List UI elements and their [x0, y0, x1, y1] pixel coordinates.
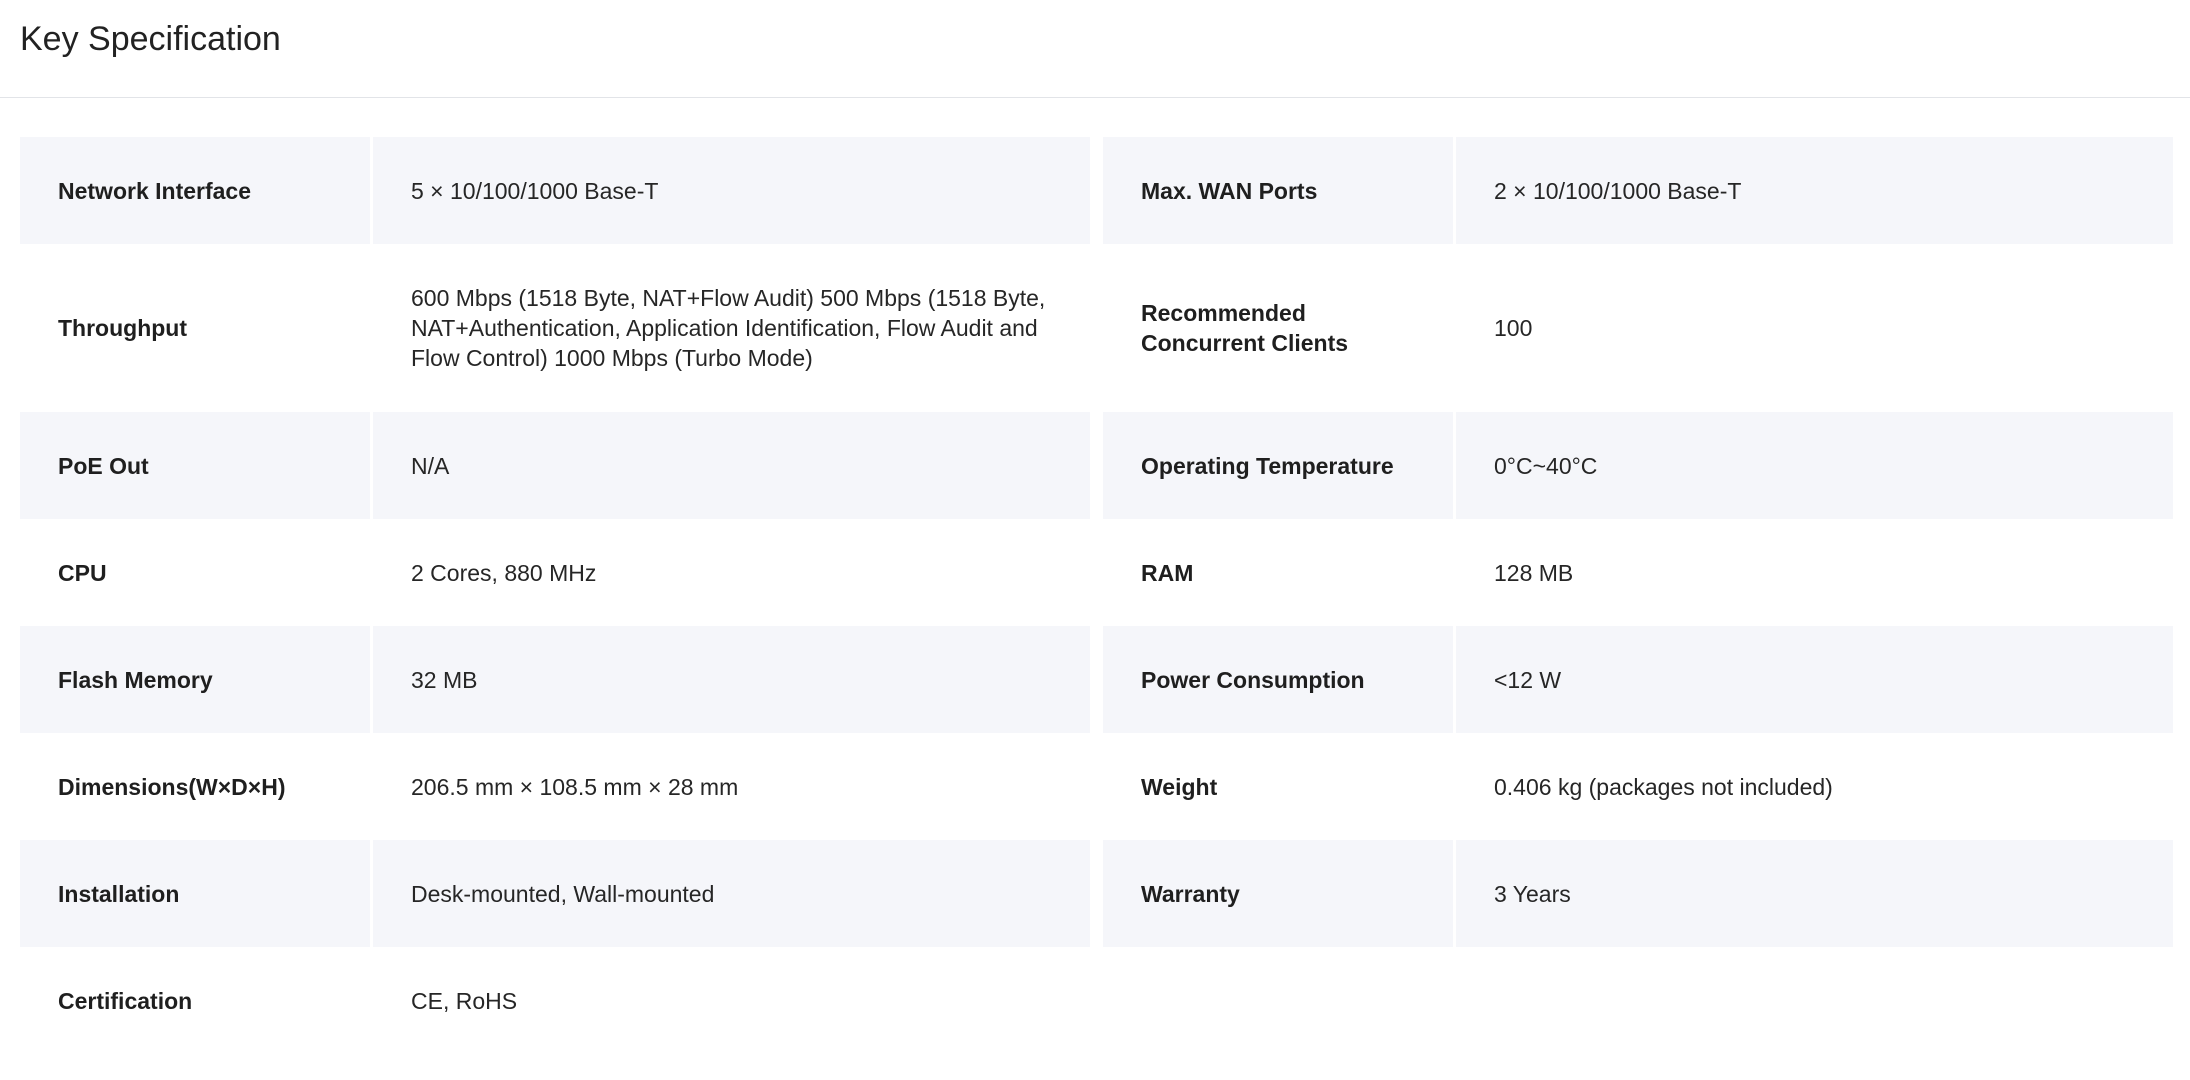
spec-value: 2 Cores, 880 MHz: [411, 559, 597, 586]
spec-item: Flash Memory 32 MB: [20, 626, 1090, 733]
spec-page: Key Specification Network Interface 5 × …: [0, 0, 2190, 1080]
spec-label: Warranty: [1103, 840, 1453, 947]
spec-item: RAM 128 MB: [1103, 519, 2173, 626]
spec-item: CPU 2 Cores, 880 MHz: [20, 519, 1090, 626]
spec-row: Installation Desk-mounted, Wall-mounted …: [20, 840, 2173, 947]
spec-item: Dimensions(W×D×H) 206.5 mm × 108.5 mm × …: [20, 733, 1090, 840]
spec-row: Throughput 600 Mbps (1518 Byte, NAT+Flow…: [20, 244, 2173, 412]
spec-label: Throughput: [58, 315, 188, 341]
spec-value: 5 × 10/100/1000 Base-T: [373, 137, 1090, 244]
spec-value: 0°C~40°C: [1456, 412, 2173, 519]
spec-item: Network Interface 5 × 10/100/1000 Base-T: [20, 137, 1090, 244]
page-title: Key Specification: [20, 20, 281, 58]
spec-value: 100: [1494, 315, 1533, 341]
spec-label: Installation: [20, 840, 370, 947]
spec-label: Weight: [1141, 773, 1218, 800]
spec-item-empty: [1103, 947, 2173, 1054]
spec-label: Dimensions(W×D×H): [58, 773, 286, 800]
spec-item: Max. WAN Ports 2 × 10/100/1000 Base-T: [1103, 137, 2173, 244]
spec-value: Desk-mounted, Wall-mounted: [373, 840, 1090, 947]
spec-value: 3 Years: [1456, 840, 2173, 947]
spec-row: CPU 2 Cores, 880 MHz RAM 128 MB: [20, 519, 2173, 626]
spec-label: CPU: [58, 559, 107, 586]
spec-row: Network Interface 5 × 10/100/1000 Base-T…: [20, 137, 2173, 244]
spec-label: [1103, 947, 1453, 1054]
spec-label: Flash Memory: [20, 626, 370, 733]
spec-label: Network Interface: [20, 137, 370, 244]
spec-label: RAM: [1141, 559, 1194, 586]
spec-value: N/A: [373, 412, 1090, 519]
spec-item: Warranty 3 Years: [1103, 840, 2173, 947]
spec-value: 0.406 kg (packages not included): [1494, 773, 1833, 800]
spec-value: 600 Mbps (1518 Byte, NAT+Flow Audit) 500…: [411, 285, 1046, 371]
spec-item: Certification CE, RoHS: [20, 947, 1090, 1054]
spec-row: PoE Out N/A Operating Temperature 0°C~40…: [20, 412, 2173, 519]
spec-value: 2 × 10/100/1000 Base-T: [1456, 137, 2173, 244]
spec-item: Weight 0.406 kg (packages not included): [1103, 733, 2173, 840]
spec-value: <12 W: [1456, 626, 2173, 733]
page-header: Key Specification: [0, 0, 2190, 98]
spec-label: Certification: [58, 987, 193, 1014]
spec-value: 128 MB: [1494, 559, 1574, 586]
spec-label: Operating Temperature: [1103, 412, 1453, 519]
spec-item: Operating Temperature 0°C~40°C: [1103, 412, 2173, 519]
spec-label: Max. WAN Ports: [1103, 137, 1453, 244]
spec-value: CE, RoHS: [411, 987, 518, 1014]
spec-value: 206.5 mm × 108.5 mm × 28 mm: [411, 773, 739, 800]
spec-label: Power Consumption: [1103, 626, 1453, 733]
spec-item: Recommended Concurrent Clients 100: [1103, 244, 2173, 412]
spec-row: Dimensions(W×D×H) 206.5 mm × 108.5 mm × …: [20, 733, 2173, 840]
spec-label: Recommended Concurrent Clients: [1141, 300, 1349, 356]
spec-item: Throughput 600 Mbps (1518 Byte, NAT+Flow…: [20, 244, 1090, 412]
spec-value: 32 MB: [373, 626, 1090, 733]
spec-item: Installation Desk-mounted, Wall-mounted: [20, 840, 1090, 947]
spec-row: Flash Memory 32 MB Power Consumption <12…: [20, 626, 2173, 733]
spec-item: Power Consumption <12 W: [1103, 626, 2173, 733]
spec-value: [1456, 947, 2173, 1054]
spec-label: PoE Out: [20, 412, 370, 519]
spec-row: Certification CE, RoHS: [20, 947, 2173, 1054]
spec-table: Network Interface 5 × 10/100/1000 Base-T…: [20, 137, 2173, 1054]
spec-item: PoE Out N/A: [20, 412, 1090, 519]
